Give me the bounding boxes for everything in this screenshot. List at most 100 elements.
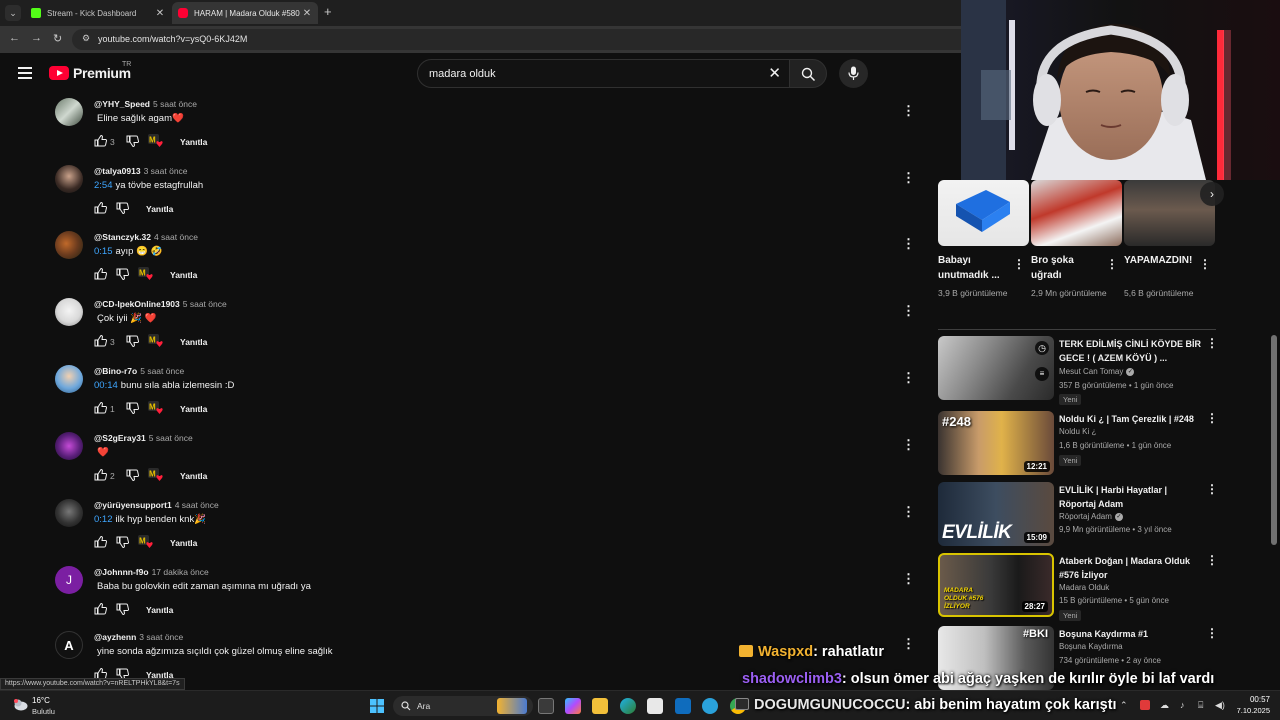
- comment-more-icon[interactable]: ⋮: [902, 171, 915, 184]
- comment-more-icon[interactable]: ⋮: [902, 304, 915, 317]
- more-options-icon[interactable]: ⋮: [1199, 257, 1211, 271]
- reply-button[interactable]: Yanıtla: [180, 404, 207, 414]
- comment-more-icon[interactable]: ⋮: [902, 505, 915, 518]
- avatar[interactable]: [55, 165, 83, 193]
- avatar[interactable]: [55, 298, 83, 326]
- comment-more-icon[interactable]: ⋮: [902, 572, 915, 585]
- browser-tab-kick[interactable]: Stream - Kick Dashboard ✕: [25, 2, 171, 24]
- reply-button[interactable]: Yanıtla: [146, 204, 173, 214]
- channel-name[interactable]: Röportaj Adam ✓: [1059, 512, 1123, 521]
- more-options-icon[interactable]: ⋮: [1206, 411, 1218, 425]
- comment-time[interactable]: 3 saat önce: [144, 166, 188, 176]
- comment-author[interactable]: @yürüyensupport1: [94, 500, 172, 510]
- cloud-icon[interactable]: ☁: [1160, 700, 1169, 711]
- comment-more-icon[interactable]: ⋮: [902, 637, 915, 650]
- shorts-thumbnail[interactable]: [1031, 180, 1122, 246]
- clock-time[interactable]: 00:57: [1240, 695, 1270, 704]
- store-icon[interactable]: [647, 698, 663, 714]
- dislike-icon[interactable]: [126, 335, 139, 347]
- comment-timestamp-link[interactable]: 2:54: [94, 180, 113, 191]
- more-options-icon[interactable]: ⋮: [1106, 257, 1118, 271]
- reply-button[interactable]: Yanıtla: [180, 471, 207, 481]
- add-to-queue-icon[interactable]: ≡: [1035, 367, 1049, 381]
- like-icon[interactable]: [94, 335, 107, 347]
- search-input[interactable]: madara olduk ✕: [417, 59, 790, 88]
- edge-browser-icon[interactable]: [620, 698, 636, 714]
- close-icon[interactable]: ✕: [155, 8, 165, 19]
- volume-icon[interactable]: ◀): [1215, 700, 1225, 711]
- url-field[interactable]: ⚙ youtube.com/watch?v=ysQ0-6KJ42M: [72, 29, 972, 50]
- reply-button[interactable]: Yanıtla: [180, 337, 207, 347]
- search-button[interactable]: [789, 59, 827, 88]
- dislike-icon[interactable]: [116, 202, 129, 214]
- comment-time[interactable]: 4 saat önce: [154, 232, 198, 242]
- tray-app-icon[interactable]: [1140, 700, 1150, 710]
- taskbar-search[interactable]: Ara: [393, 696, 533, 716]
- channel-name[interactable]: Boşuna Kaydırma: [1059, 642, 1123, 651]
- comment-author[interactable]: @Stanczyk.32: [94, 232, 151, 242]
- reply-button[interactable]: Yanıtla: [170, 270, 197, 280]
- comment-more-icon[interactable]: ⋮: [902, 438, 915, 451]
- more-options-icon[interactable]: ⋮: [1206, 626, 1218, 640]
- channel-name[interactable]: Madara Olduk: [1059, 583, 1109, 592]
- avatar[interactable]: J: [55, 566, 83, 594]
- comment-more-icon[interactable]: ⋮: [902, 237, 915, 250]
- video-title[interactable]: Ataberk Doğan | Madara Olduk #576 İzliyo…: [1059, 554, 1201, 582]
- recommended-video[interactable]: ◷ ≡ TERK EDİLMİŞ CİNLİ KÖYDE BİR GECE ! …: [938, 336, 1218, 405]
- comment-more-icon[interactable]: ⋮: [902, 104, 915, 117]
- comment-author[interactable]: @CD-IpekOnline1903: [94, 299, 180, 309]
- comment-time[interactable]: 5 saat önce: [153, 99, 197, 109]
- video-title[interactable]: EVLİLİK | Harbi Hayatlar | Röportaj Adam: [1059, 483, 1201, 511]
- video-thumbnail[interactable]: MADARA OLDUK #576 İZLİYOR 28:27: [938, 553, 1054, 617]
- youtube-premium-logo[interactable]: Premium TR: [49, 61, 131, 81]
- like-icon[interactable]: [94, 135, 107, 147]
- windows-start-icon[interactable]: [369, 698, 385, 714]
- clear-search-icon[interactable]: ✕: [768, 64, 781, 82]
- shorts-title[interactable]: YAPAMAZDIN!: [1124, 253, 1200, 268]
- comment-time[interactable]: 17 dakika önce: [152, 567, 209, 577]
- cloudy-weather-icon[interactable]: [12, 698, 28, 712]
- dislike-icon[interactable]: [116, 603, 129, 615]
- like-icon[interactable]: [94, 202, 107, 214]
- reply-button[interactable]: Yanıtla: [146, 605, 173, 615]
- channel-name[interactable]: Mesut Can Tomay ✓: [1059, 367, 1135, 376]
- back-arrow-icon[interactable]: ←: [9, 32, 20, 44]
- avatar[interactable]: [55, 231, 83, 259]
- reload-icon[interactable]: ↻: [53, 32, 62, 45]
- avatar[interactable]: A: [55, 631, 83, 659]
- video-title[interactable]: Noldu Ki ¿ | Tam Çerezlik | #248: [1059, 412, 1201, 426]
- comment-timestamp-link[interactable]: 00:14: [94, 380, 118, 391]
- more-options-icon[interactable]: ⋮: [1206, 336, 1218, 350]
- task-view-icon[interactable]: [538, 698, 554, 714]
- comment-author[interactable]: @YHY_Speed: [94, 99, 150, 109]
- comment-timestamp-link[interactable]: 0:15: [94, 246, 113, 257]
- microphone-tray-icon[interactable]: ♪: [1180, 700, 1185, 710]
- more-options-icon[interactable]: ⋮: [1206, 482, 1218, 496]
- comment-author[interactable]: @S2gEray31: [94, 433, 146, 443]
- avatar[interactable]: [55, 365, 83, 393]
- comment-author[interactable]: @Bino-r7o: [94, 366, 137, 376]
- file-explorer-icon[interactable]: [592, 698, 608, 714]
- comment-time[interactable]: 3 saat önce: [139, 632, 183, 642]
- video-thumbnail[interactable]: EVLİLİK 15:09: [938, 482, 1054, 546]
- outlook-icon[interactable]: [675, 698, 691, 714]
- reply-button[interactable]: Yanıtla: [180, 137, 207, 147]
- dislike-icon[interactable]: [116, 536, 129, 548]
- scrollbar-thumb[interactable]: [1271, 335, 1277, 545]
- dislike-icon[interactable]: [126, 469, 139, 481]
- more-options-icon[interactable]: ⋮: [1013, 257, 1025, 271]
- chevron-up-icon[interactable]: ⌃: [1120, 700, 1128, 711]
- avatar[interactable]: [55, 98, 83, 126]
- dislike-icon[interactable]: [126, 402, 139, 414]
- like-icon[interactable]: [94, 536, 107, 548]
- dislike-icon[interactable]: [116, 268, 129, 280]
- comment-time[interactable]: 4 saat önce: [175, 500, 219, 510]
- network-icon[interactable]: ⌸: [1198, 700, 1203, 711]
- like-icon[interactable]: [94, 268, 107, 280]
- tab-search-button[interactable]: ⌄: [5, 5, 21, 21]
- close-icon[interactable]: ✕: [302, 8, 312, 19]
- avatar[interactable]: [55, 499, 83, 527]
- dislike-icon[interactable]: [126, 135, 139, 147]
- comment-more-icon[interactable]: ⋮: [902, 371, 915, 384]
- comment-author[interactable]: @talya0913: [94, 166, 141, 176]
